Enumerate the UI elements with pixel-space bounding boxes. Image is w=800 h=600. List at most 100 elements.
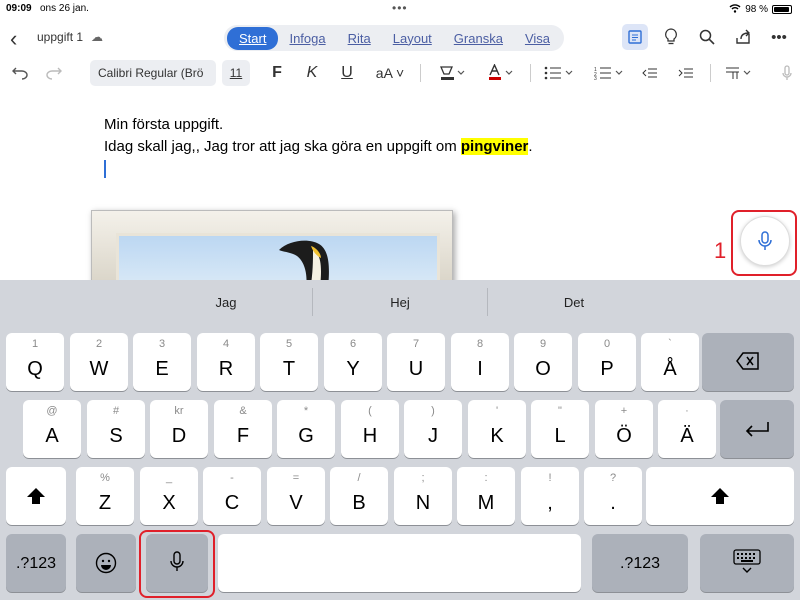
key-d[interactable]: kr D: [150, 400, 208, 458]
share-icon[interactable]: [730, 24, 756, 50]
key-y[interactable]: 6Y: [324, 333, 382, 391]
undo-icon[interactable]: [10, 62, 30, 84]
predictive-bar: Jag Hej Det: [0, 280, 800, 324]
battery-percent: 98 %: [745, 4, 768, 15]
font-case-icon[interactable]: aA ˅: [372, 62, 408, 84]
text-cursor: [104, 160, 106, 178]
key-secondary-label: 0: [603, 338, 611, 350]
key-z[interactable]: % Z: [76, 467, 134, 525]
key-e[interactable]: 3E: [133, 333, 191, 391]
key-h[interactable]: (H: [341, 400, 399, 458]
hide-keyboard-key[interactable]: [700, 534, 794, 592]
key-q[interactable]: 1Q: [6, 333, 64, 391]
key-p[interactable]: 0P: [578, 333, 636, 391]
more-icon[interactable]: •••: [766, 24, 792, 50]
key-p[interactable]: !,: [521, 467, 579, 525]
suggestion-1[interactable]: Jag: [141, 295, 311, 310]
key-label: U: [408, 358, 424, 380]
suggestion-divider: [312, 288, 313, 316]
key-label: V: [289, 492, 303, 514]
tab-granska[interactable]: Granska: [443, 31, 514, 46]
document-line-1[interactable]: Min första uppgift.: [104, 116, 223, 133]
space-key[interactable]: [218, 534, 581, 592]
font-color-icon[interactable]: [482, 62, 518, 84]
key-label: A: [45, 425, 59, 447]
tab-start[interactable]: Start: [227, 26, 279, 50]
key-f[interactable]: & F: [214, 400, 272, 458]
shift-key-right[interactable]: [646, 467, 794, 525]
key-ä[interactable]: · Ä: [658, 400, 716, 458]
dictate-ribbon-icon[interactable]: [778, 62, 796, 84]
tab-visa[interactable]: Visa: [514, 31, 561, 46]
tab-layout[interactable]: Layout: [382, 31, 443, 46]
key-b[interactable]: / B: [330, 467, 388, 525]
key-ö[interactable]: + Ö: [595, 400, 653, 458]
search-icon[interactable]: [694, 24, 720, 50]
bold-icon[interactable]: F: [268, 62, 286, 84]
document-name[interactable]: uppgift 1: [37, 30, 83, 44]
key-p[interactable]: ?.: [584, 467, 642, 525]
key-r[interactable]: 4R: [197, 333, 255, 391]
key-label: Q: [27, 358, 43, 380]
format-ribbon: Calibri Regular (Brö 11 F K U aA ˅ 123: [0, 58, 800, 88]
suggestion-2[interactable]: Hej: [315, 295, 485, 310]
decrease-indent-icon[interactable]: [640, 62, 660, 84]
key-secondary-label: (: [368, 405, 372, 417]
underline-icon[interactable]: U: [338, 62, 356, 84]
key-n[interactable]: ; N: [394, 467, 452, 525]
key-v[interactable]: = V: [267, 467, 325, 525]
penguin-image[interactable]: [91, 210, 453, 296]
key-k[interactable]: ' K: [468, 400, 526, 458]
reading-view-icon[interactable]: [622, 24, 648, 50]
key-m[interactable]: :M: [457, 467, 515, 525]
document-line-2-end: .: [528, 138, 533, 155]
redo-icon[interactable]: [44, 62, 64, 84]
lightbulb-icon[interactable]: [658, 24, 684, 50]
document-line-2-text: Idag skall jag,, Jag tror att jag ska gö…: [104, 138, 461, 155]
tab-infoga[interactable]: Infoga: [278, 31, 336, 46]
key-secondary-label: 9: [539, 338, 547, 350]
bullet-list-icon[interactable]: [542, 62, 576, 84]
key-label: Z: [98, 492, 112, 514]
key-l[interactable]: " L: [531, 400, 589, 458]
increase-indent-icon[interactable]: [676, 62, 696, 84]
key-a[interactable]: @ A: [23, 400, 81, 458]
backspace-key[interactable]: [702, 333, 794, 391]
key-å[interactable]: ` Å: [641, 333, 699, 391]
paragraph-mark-icon[interactable]: [722, 62, 756, 84]
key-secondary-label: _: [165, 472, 173, 484]
tab-rita[interactable]: Rita: [337, 31, 382, 46]
document-canvas[interactable]: Min första uppgift. Idag skall jag,, Jag…: [0, 90, 800, 296]
document-line-2[interactable]: Idag skall jag,, Jag tror att jag ska gö…: [104, 138, 533, 155]
numbered-list-icon[interactable]: 123: [592, 62, 626, 84]
key-g[interactable]: * G: [277, 400, 335, 458]
font-size-field[interactable]: 11: [222, 60, 250, 86]
key-w[interactable]: 2W: [70, 333, 128, 391]
back-chevron-icon[interactable]: ‹: [10, 26, 17, 52]
key-x[interactable]: _ X: [140, 467, 198, 525]
key-label: C: [224, 492, 240, 514]
key-c[interactable]: -C: [203, 467, 261, 525]
numbers-key-right[interactable]: .?123: [592, 534, 688, 592]
key-i[interactable]: 8I: [451, 333, 509, 391]
shift-key-left[interactable]: [6, 467, 66, 525]
key-t[interactable]: 5T: [260, 333, 318, 391]
multitasking-dots-icon[interactable]: •••: [392, 1, 408, 15]
suggestion-3[interactable]: Det: [489, 295, 659, 310]
font-name-field[interactable]: Calibri Regular (Brö: [90, 60, 216, 86]
key-label: S: [109, 425, 123, 447]
return-key[interactable]: [720, 400, 794, 458]
highlight-color-icon[interactable]: [434, 62, 470, 84]
key-label: O: [535, 358, 551, 380]
key-j[interactable]: ) J: [404, 400, 462, 458]
top-right-icons: •••: [622, 24, 792, 50]
italic-icon[interactable]: K: [303, 62, 321, 84]
key-u[interactable]: 7U: [387, 333, 445, 391]
key-o[interactable]: 9O: [514, 333, 572, 391]
cloud-sync-icon[interactable]: ☁: [91, 30, 103, 44]
numbers-key-left[interactable]: .?123: [6, 534, 66, 592]
dictate-button[interactable]: [740, 216, 790, 266]
key-secondary-label: 2: [95, 338, 103, 350]
emoji-key[interactable]: [76, 534, 136, 592]
key-s[interactable]: # S: [87, 400, 145, 458]
